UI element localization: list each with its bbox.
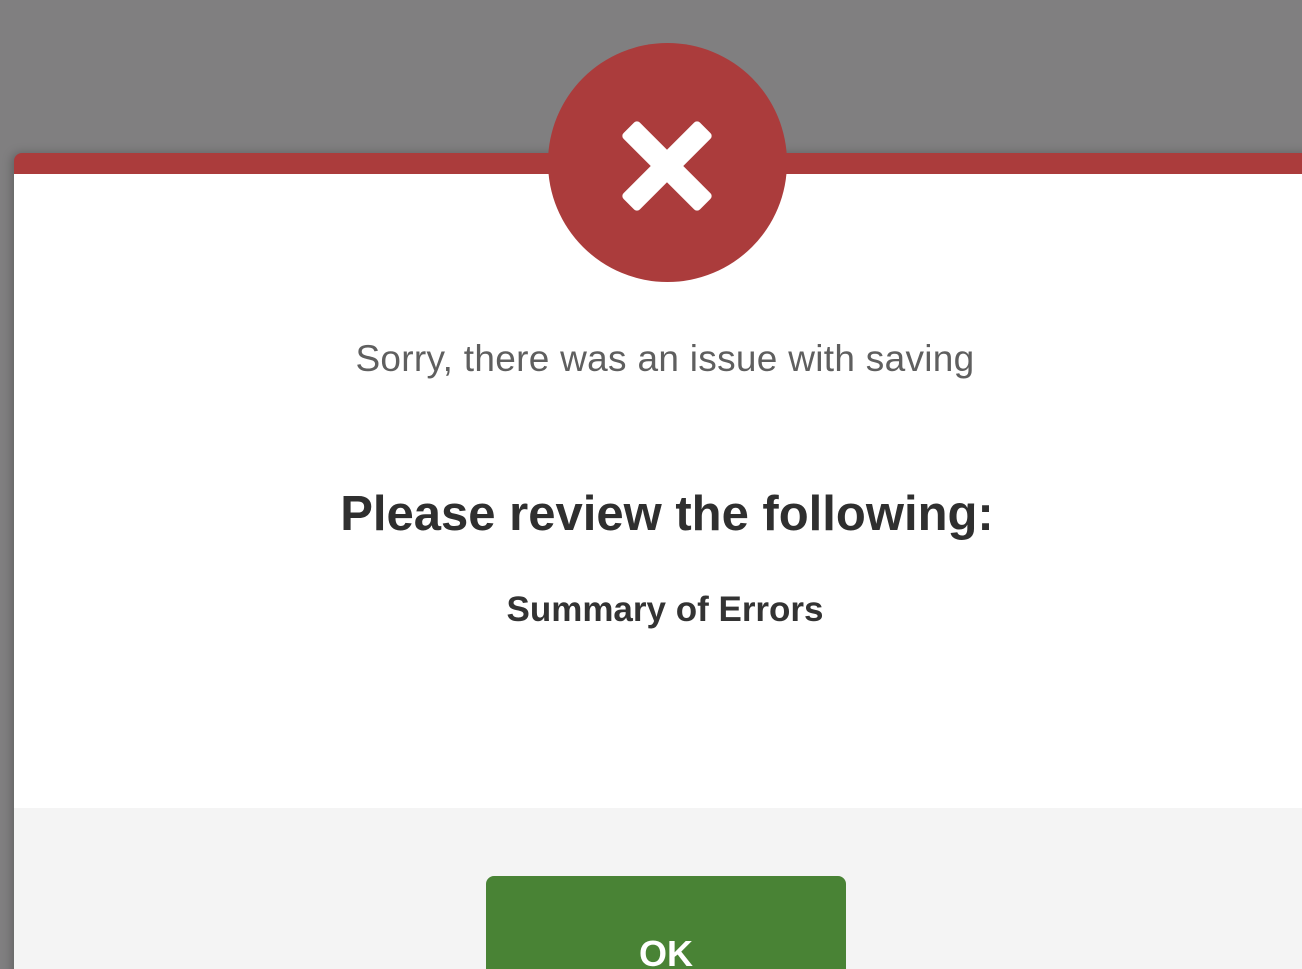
close-x-icon	[622, 121, 712, 211]
error-message: Sorry, there was an issue with saving	[355, 338, 975, 379]
ok-button[interactable]: OK	[486, 876, 846, 969]
review-heading: Please review the following:	[340, 487, 994, 541]
error-summary-title: Summary of Errors	[506, 590, 824, 629]
error-badge	[548, 43, 787, 282]
